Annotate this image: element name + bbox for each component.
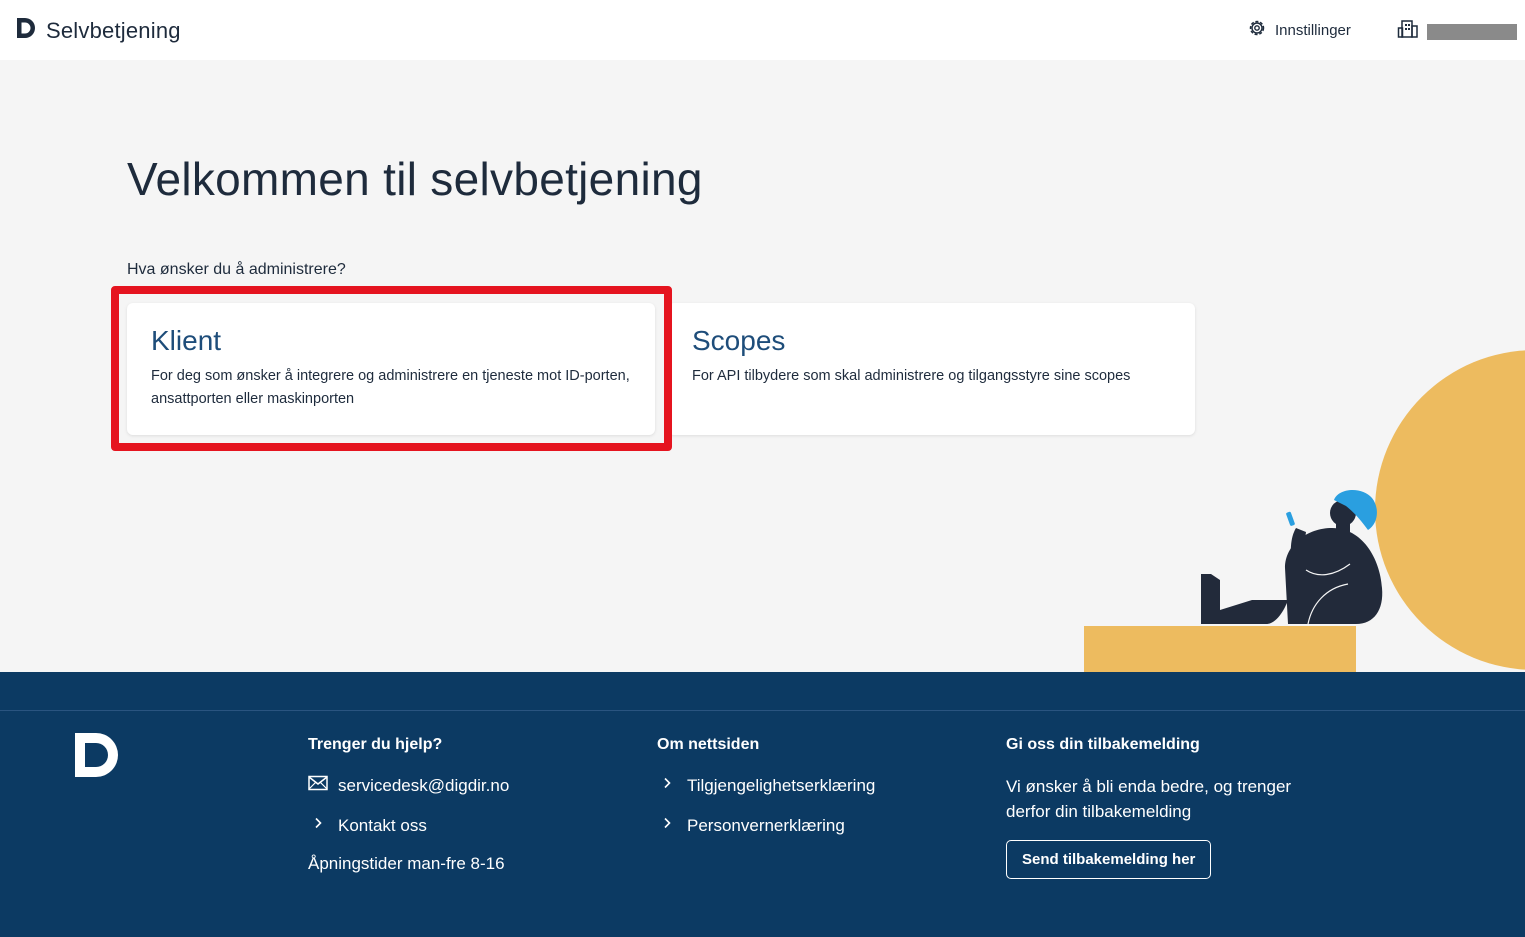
settings-label: Innstillinger [1275,22,1351,39]
email-text: servicedesk@digdir.no [338,775,510,795]
privacy-link[interactable]: Personvernerklæring [657,814,875,837]
top-bar: Selvbetjening Innstillinger [0,0,1525,60]
envelope-icon [308,775,328,796]
email-link[interactable]: servicedesk@digdir.no [308,774,509,797]
about-title: Om nettsiden [657,736,760,753]
digdir-logo-icon[interactable] [74,732,120,783]
card-description: For deg som ønsker å integrere og admini… [151,368,630,407]
feedback-title: Gi oss din tilbakemelding [1006,736,1200,753]
person-illustration [1080,348,1525,672]
about-column: Om nettsiden Tilgjengelighetserklæring P… [657,736,875,854]
contact-link[interactable]: Kontakt oss [308,814,509,837]
accessibility-link[interactable]: Tilgjengelighetserklæring [657,774,875,797]
organization-switcher[interactable] [1397,18,1517,45]
feedback-column: Gi oss din tilbakemelding Vi ønsker å bl… [1006,736,1326,879]
footer: Trenger du hjelp? servicedesk@digdir.no … [0,672,1525,937]
page-title: Velkommen til selvbetjening [127,153,703,205]
chevron-right-icon [308,815,328,836]
feedback-text: Vi ønsker å bli enda bedre, og trenger d… [1006,777,1292,821]
opening-hours: Åpningstider man-fre 8-16 [308,854,505,873]
klient-card[interactable]: Klient For deg som ønsker å integrere og… [127,303,655,435]
gear-icon [1247,18,1267,43]
footer-divider [0,710,1525,711]
privacy-text: Personvernerklæring [687,815,845,835]
building-icon [1397,18,1419,45]
digdir-logo-icon [14,16,38,45]
card-title: Klient [151,325,222,356]
organization-name [1427,23,1517,40]
main-content: Velkommen til selvbetjening Hva ønsker d… [0,60,1525,672]
brand[interactable]: Selvbetjening [14,16,181,45]
settings-link[interactable]: Innstillinger [1247,18,1351,43]
question-text: Hva ønsker du å administrere? [127,261,346,278]
contact-text: Kontakt oss [338,815,427,835]
chevron-right-icon [657,775,677,796]
help-column: Trenger du hjelp? servicedesk@digdir.no … [308,736,509,874]
brand-title: Selvbetjening [46,17,181,43]
chevron-right-icon [657,815,677,836]
help-title: Trenger du hjelp? [308,736,443,753]
accessibility-text: Tilgjengelighetserklæring [687,775,876,795]
send-feedback-button[interactable]: Send tilbakemelding her [1006,840,1212,879]
